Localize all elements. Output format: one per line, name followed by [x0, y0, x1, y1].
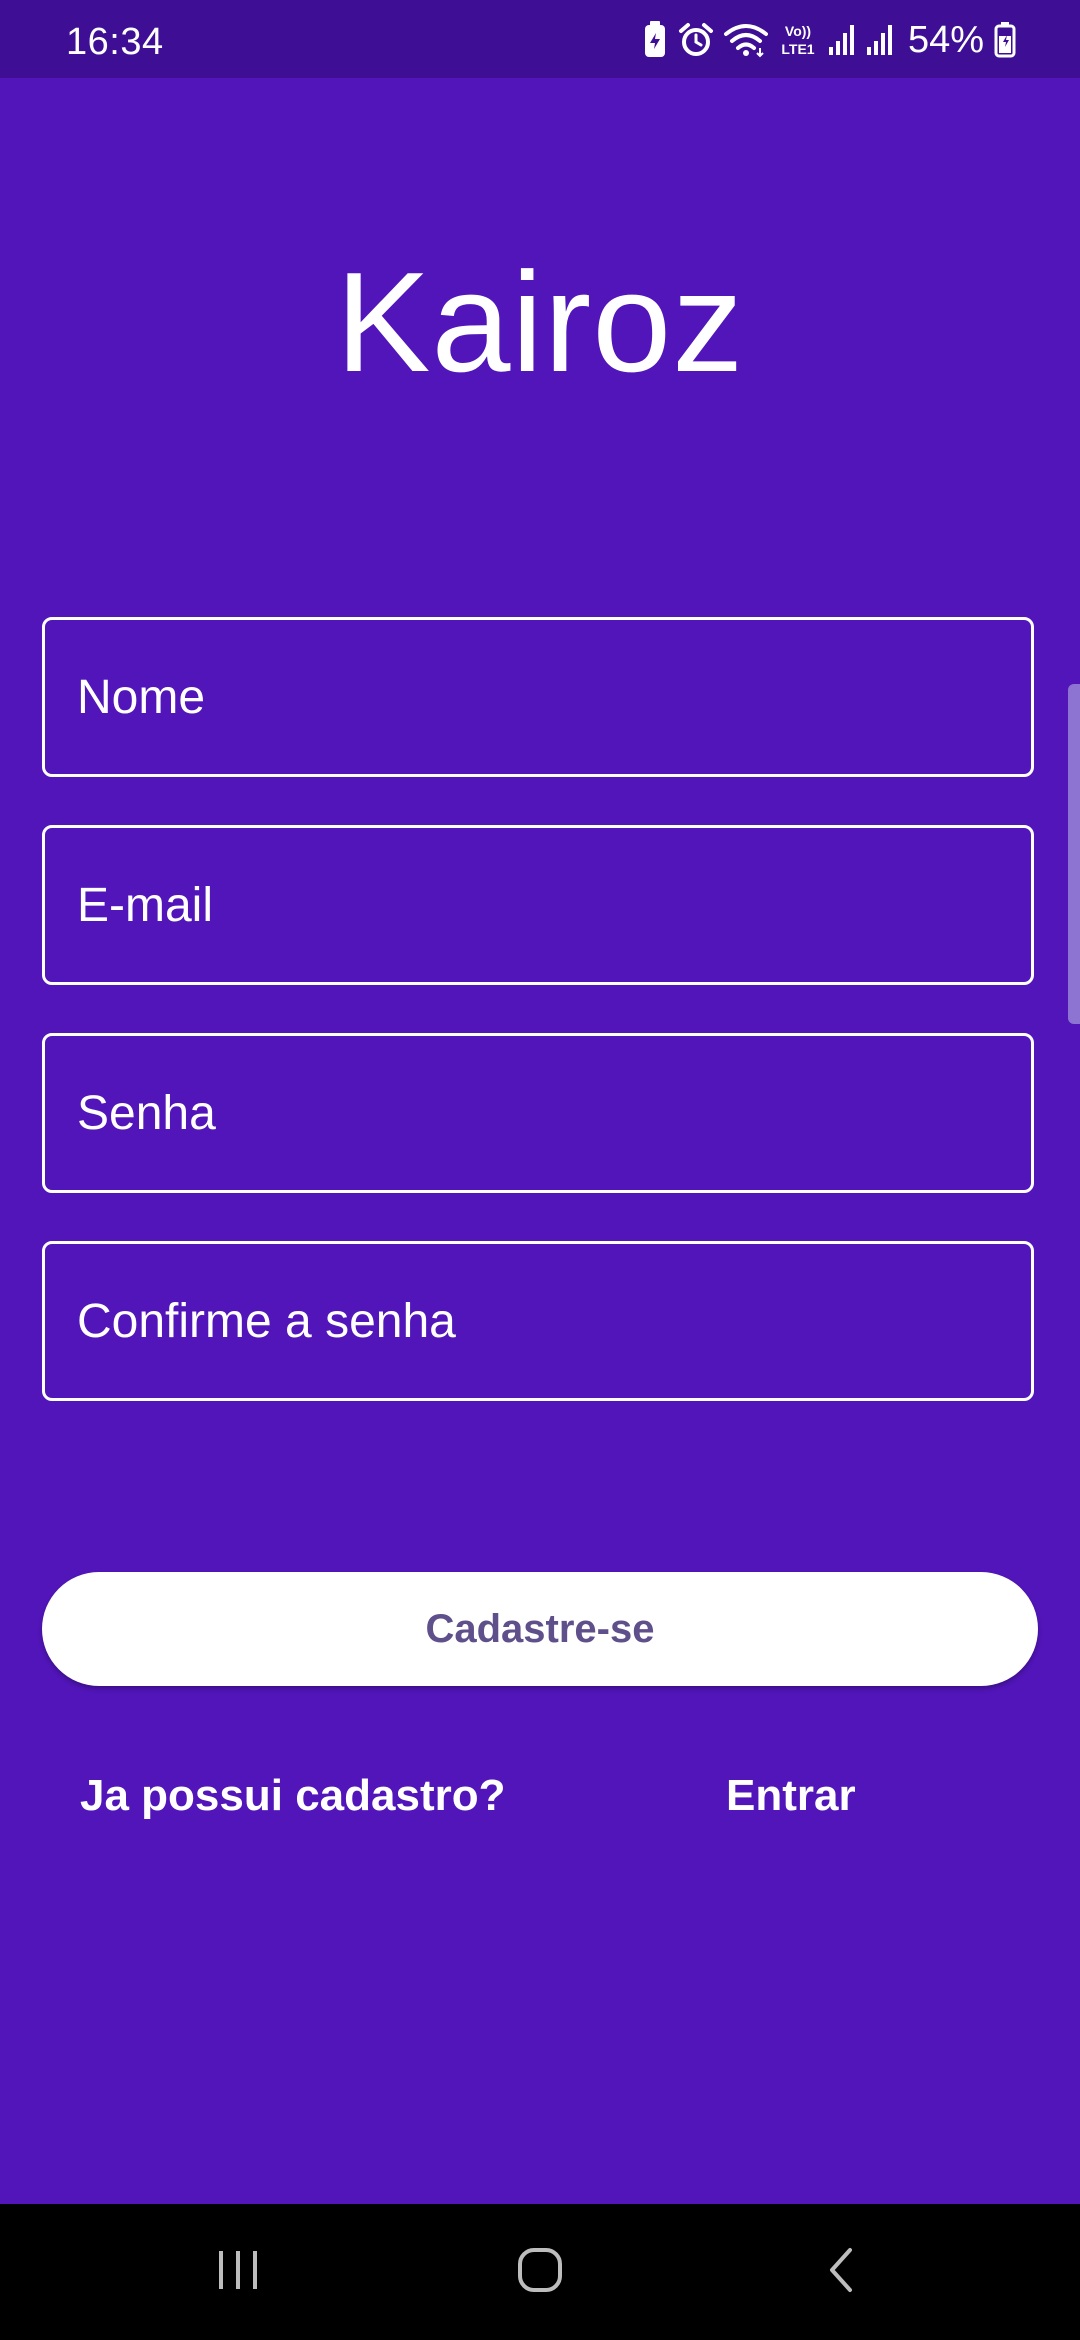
email-field[interactable]	[42, 825, 1034, 985]
signal-icon	[828, 23, 856, 57]
have-account-text: Ja possui cadastro?	[80, 1771, 506, 1820]
back-icon	[822, 2246, 862, 2299]
status-icons: Vo)) LTE1 54%	[642, 18, 1016, 62]
svg-text:Vo)): Vo))	[785, 23, 811, 39]
email-input[interactable]	[45, 828, 1031, 982]
signal-icon	[866, 23, 894, 57]
home-icon	[516, 2246, 564, 2299]
login-link[interactable]: Entrar	[726, 1768, 856, 1824]
status-time: 16:34	[66, 21, 164, 63]
password-field[interactable]	[42, 1033, 1034, 1193]
signup-button[interactable]: Cadastre-se	[42, 1572, 1038, 1686]
battery-percent: 54%	[907, 19, 984, 61]
battery-saver-icon	[642, 21, 668, 59]
recents-icon	[215, 2247, 261, 2298]
name-input[interactable]	[45, 620, 1031, 774]
password-input[interactable]	[45, 1036, 1031, 1190]
recents-button[interactable]	[138, 2204, 338, 2340]
navigation-bar	[0, 2204, 1080, 2340]
battery-charging-icon	[994, 22, 1016, 58]
confirm-password-field[interactable]	[42, 1241, 1034, 1401]
alarm-icon	[678, 22, 714, 58]
status-bar: 16:34 Vo)) LTE1 54%	[0, 0, 1080, 78]
volte-icon: Vo)) LTE1	[778, 20, 818, 60]
confirm-password-input[interactable]	[45, 1244, 1031, 1398]
name-field[interactable]	[42, 617, 1034, 777]
app-title: Kairoz	[335, 243, 745, 402]
wifi-icon	[723, 22, 768, 58]
back-button[interactable]	[742, 2204, 942, 2340]
svg-text:LTE1: LTE1	[781, 41, 814, 57]
scrollbar-thumb[interactable]	[1068, 684, 1080, 1024]
home-button[interactable]	[440, 2204, 640, 2340]
